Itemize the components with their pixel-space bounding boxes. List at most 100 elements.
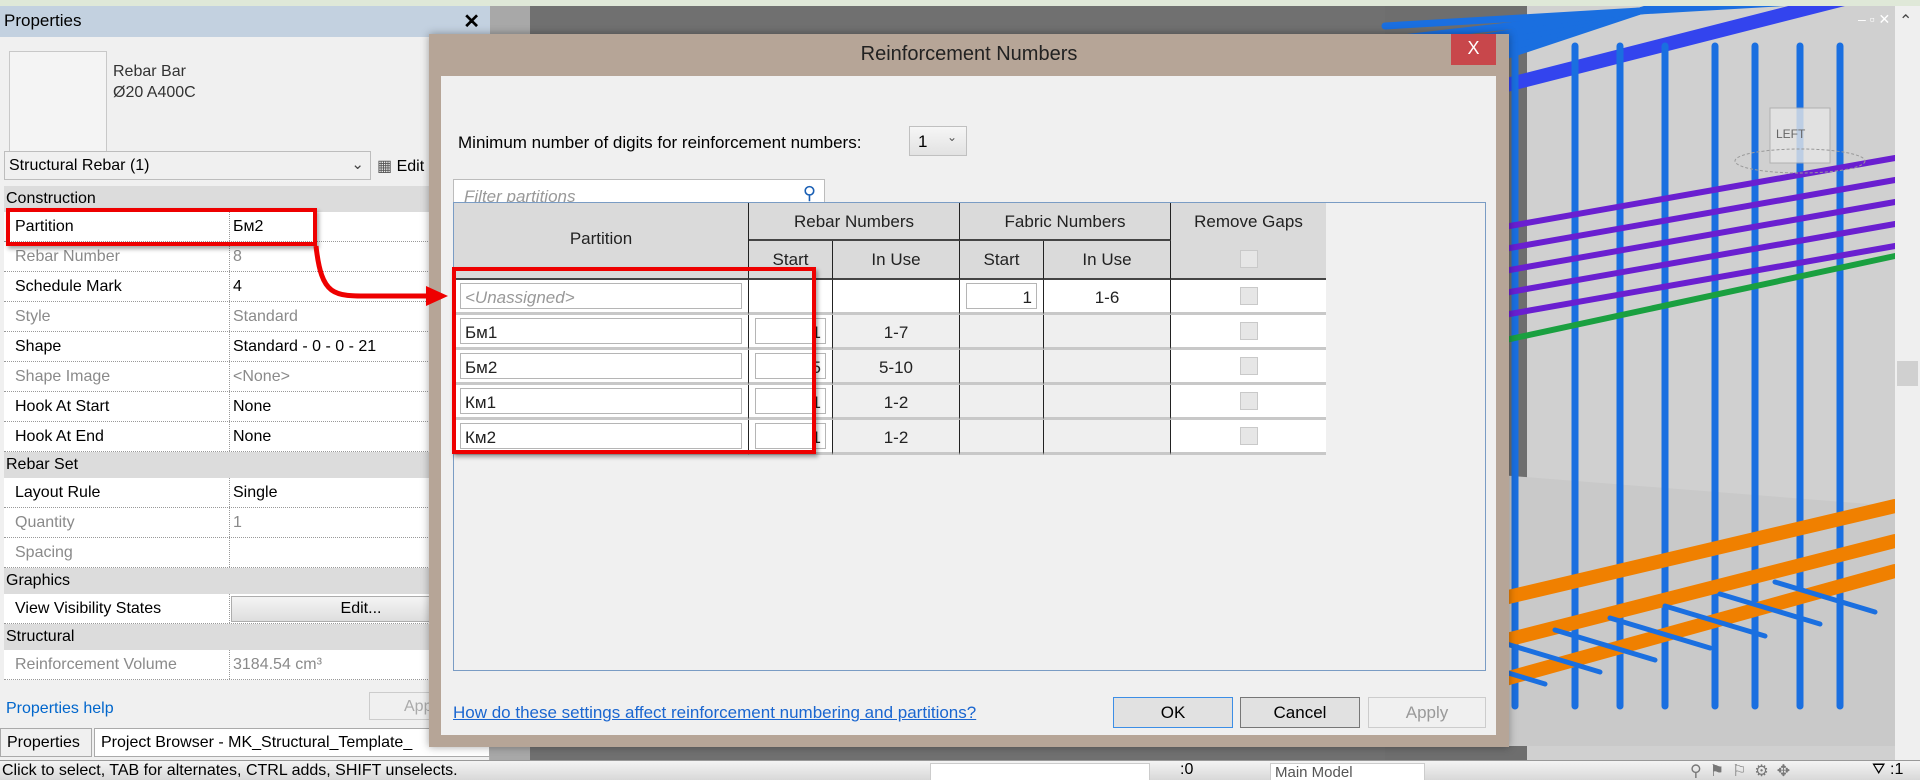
scroll-up-icon: ⌃ bbox=[1899, 13, 1912, 30]
group-header[interactable]: Structural bbox=[4, 624, 490, 650]
rebar-in-use-cell: 1-2 bbox=[833, 385, 960, 420]
property-row[interactable]: Schedule Mark 4 bbox=[4, 272, 490, 302]
property-label: Reinforcement Volume bbox=[15, 656, 177, 673]
type-selector-dropdown[interactable]: Structural Rebar (1) ⌄ bbox=[4, 151, 371, 180]
apply-button[interactable]: Apply bbox=[1368, 697, 1486, 728]
group-header[interactable]: Graphics bbox=[4, 568, 490, 594]
property-value[interactable]: 4 bbox=[233, 278, 242, 296]
rebar-in-use-cell bbox=[833, 280, 960, 315]
search-icon: ⚲ bbox=[802, 183, 816, 203]
design-option-dropdown[interactable]: Main Model bbox=[1270, 763, 1425, 780]
fabric-start-input[interactable]: 1 bbox=[966, 283, 1037, 309]
properties-panel: Properties ✕ Rebar Bar Ø20 A400C Structu… bbox=[0, 6, 491, 760]
property-value: Standard bbox=[233, 308, 298, 325]
type-family-name: Rebar Bar bbox=[113, 63, 186, 80]
property-row: Rebar Number 8 bbox=[4, 242, 490, 272]
header-remove-gaps: Remove Gaps bbox=[1171, 203, 1326, 280]
rebar-in-use-cell: 5-10 bbox=[833, 350, 960, 385]
header-fabric-in-use: In Use bbox=[1044, 241, 1171, 280]
filter-icon[interactable]: ⛛ bbox=[1872, 761, 1885, 779]
selection-filter-icons[interactable]: ⚲⚑⚐⚙✥ bbox=[1690, 761, 1798, 780]
remove-gaps-checkbox[interactable] bbox=[1239, 357, 1258, 375]
fabric-start-cell: 1 bbox=[960, 280, 1044, 315]
property-label: Quantity bbox=[15, 514, 75, 531]
remove-gaps-checkbox[interactable] bbox=[1239, 322, 1258, 340]
cancel-button[interactable]: Cancel bbox=[1240, 697, 1360, 728]
property-row[interactable]: Hook At End None bbox=[4, 422, 490, 452]
remove-gaps-checkbox[interactable] bbox=[1239, 287, 1258, 305]
fabric-start-cell bbox=[960, 350, 1044, 385]
remove-gaps-checkbox[interactable] bbox=[1239, 427, 1258, 445]
header-fabric-start: Start bbox=[960, 241, 1044, 280]
min-digits-dropdown[interactable]: 1 ⌄ bbox=[909, 126, 967, 156]
properties-title: Properties bbox=[4, 11, 82, 30]
property-label: Style bbox=[15, 308, 51, 325]
property-row: Style Standard bbox=[4, 302, 490, 332]
property-row: Spacing bbox=[4, 538, 490, 568]
fabric-in-use-cell bbox=[1044, 420, 1171, 455]
panel-tabs: Properties Project Browser - MK_Structur… bbox=[0, 728, 490, 758]
dialog-title: Reinforcement Numbers bbox=[860, 43, 1078, 65]
close-icon[interactable]: ✕ bbox=[463, 9, 480, 34]
property-value: <None> bbox=[233, 368, 290, 385]
fabric-in-use-cell bbox=[1044, 385, 1171, 420]
remove-gaps-all-checkbox[interactable] bbox=[1239, 250, 1258, 268]
type-name: Ø20 A400C bbox=[113, 84, 196, 101]
fabric-in-use-cell bbox=[1044, 350, 1171, 385]
property-label: Hook At End bbox=[15, 428, 104, 445]
property-label: Layout Rule bbox=[15, 484, 101, 501]
scrollbar-thumb[interactable] bbox=[1897, 361, 1918, 386]
property-value: 1 bbox=[233, 514, 242, 531]
properties-help-link[interactable]: Properties help bbox=[6, 700, 114, 718]
rebar-in-use-cell: 1-2 bbox=[833, 420, 960, 455]
property-row[interactable]: Hook At Start None bbox=[4, 392, 490, 422]
chevron-down-icon: ⌄ bbox=[351, 156, 364, 173]
chevron-down-icon: ⌄ bbox=[946, 130, 957, 144]
property-label: Schedule Mark bbox=[15, 278, 122, 295]
numbering-help-link[interactable]: How do these settings affect reinforceme… bbox=[453, 703, 976, 723]
property-row[interactable]: Shape Standard - 0 - 0 - 21 bbox=[4, 332, 490, 362]
property-row: Quantity 1 bbox=[4, 508, 490, 538]
group-header[interactable]: Rebar Set bbox=[4, 452, 490, 478]
fabric-start-cell bbox=[960, 420, 1044, 455]
remove-gaps-checkbox[interactable] bbox=[1239, 392, 1258, 410]
property-label: View Visibility States bbox=[15, 600, 162, 617]
property-row: View Visibility States Edit... bbox=[4, 594, 491, 624]
edit-type-icon: ▦ bbox=[377, 158, 393, 175]
fabric-in-use-cell: 1-6 bbox=[1044, 280, 1171, 315]
property-value: 8 bbox=[233, 248, 242, 265]
type-preview-image bbox=[9, 51, 107, 153]
remove-gaps-label: Remove Gaps bbox=[1194, 212, 1303, 231]
property-row: Shape Image <None> bbox=[4, 362, 490, 392]
property-row[interactable]: Layout Rule Single bbox=[4, 478, 490, 508]
ok-button[interactable]: OK bbox=[1113, 697, 1233, 728]
remove-gaps-cell bbox=[1171, 350, 1326, 385]
property-value[interactable]: Standard - 0 - 0 - 21 bbox=[233, 338, 376, 356]
dialog-close-button[interactable]: X bbox=[1451, 34, 1496, 65]
remove-gaps-cell bbox=[1171, 420, 1326, 455]
workset-dropdown[interactable] bbox=[930, 763, 1150, 780]
tab-properties[interactable]: Properties bbox=[0, 728, 92, 757]
fabric-start-cell bbox=[960, 315, 1044, 350]
rebar-in-use-cell: 1-7 bbox=[833, 315, 960, 350]
property-value[interactable]: Single bbox=[233, 484, 277, 502]
selection-count: :0 bbox=[1180, 761, 1194, 778]
header-rebar-in-use: In Use bbox=[833, 241, 960, 280]
property-label: Shape Image bbox=[15, 368, 111, 385]
status-message: Click to select, TAB for alternates, CTR… bbox=[2, 762, 458, 779]
property-value[interactable]: None bbox=[233, 428, 271, 446]
remove-gaps-cell bbox=[1171, 385, 1326, 420]
status-bar: Click to select, TAB for alternates, CTR… bbox=[0, 760, 1920, 780]
partition-highlight bbox=[6, 208, 317, 246]
remove-gaps-cell bbox=[1171, 315, 1326, 350]
edit-type-button[interactable]: ▦ Edit bbox=[377, 151, 424, 180]
min-digits-label: Minimum number of digits for reinforceme… bbox=[458, 133, 862, 152]
property-label: Spacing bbox=[15, 544, 73, 561]
header-rebar-numbers: Rebar Numbers bbox=[749, 203, 960, 241]
edit-type-label: Edit bbox=[396, 158, 425, 175]
property-value[interactable]: None bbox=[233, 398, 271, 416]
fabric-in-use-cell bbox=[1044, 315, 1171, 350]
type-selector-value: Structural Rebar (1) bbox=[9, 157, 150, 174]
properties-grid: Construction Partition Бм2 Rebar Number 8 Sch… bbox=[4, 186, 491, 680]
min-digits-value: 1 bbox=[918, 132, 928, 151]
